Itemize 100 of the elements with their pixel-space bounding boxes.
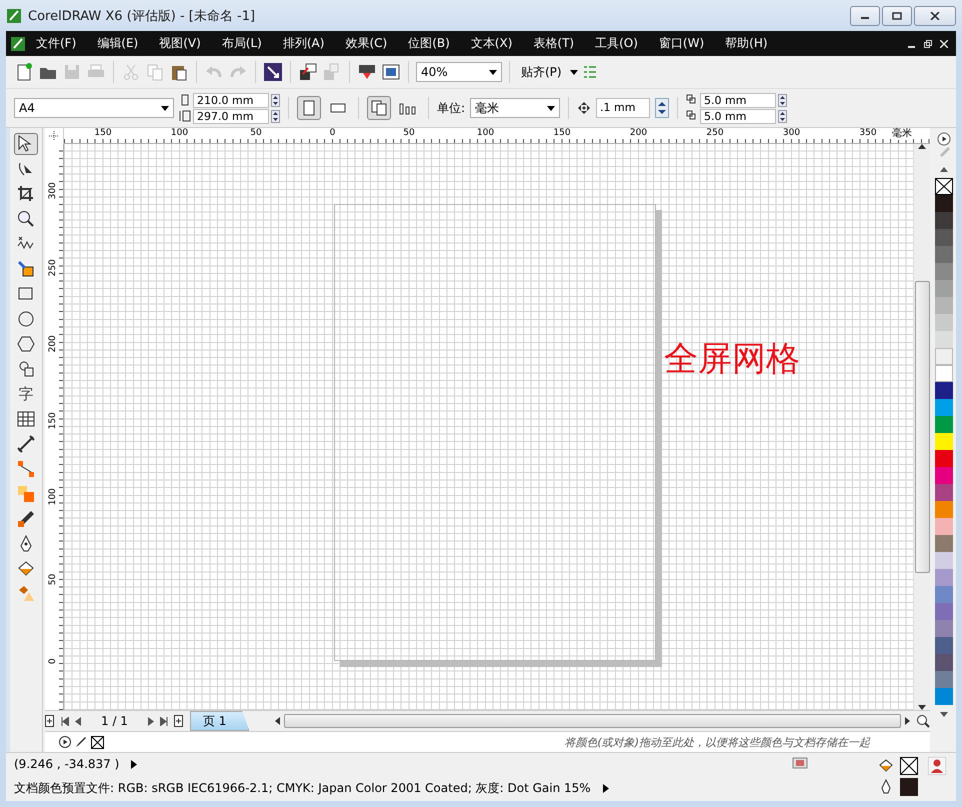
color-swatch[interactable] [935, 620, 953, 637]
color-swatch[interactable] [935, 484, 953, 501]
menu-item[interactable]: 效果(C) [335, 35, 398, 52]
color-swatch[interactable] [935, 348, 953, 365]
add-page-icon[interactable] [45, 715, 55, 727]
restore-button[interactable] [882, 6, 912, 26]
zoom-dropdown[interactable]: 40% [416, 62, 502, 82]
height-field[interactable]: 297.0 mm [193, 108, 269, 124]
color-swatch[interactable] [935, 195, 953, 212]
color-swatch[interactable] [935, 552, 953, 569]
last-page-icon[interactable] [160, 716, 168, 726]
color-swatch[interactable] [935, 671, 953, 688]
expand-arrow-icon[interactable] [602, 784, 609, 793]
nudge-field[interactable]: .1 mm [596, 98, 650, 118]
document-palette-hint: 将颜色(或对象)拖动至此处，以便将这些颜色与文档存储在一起 [564, 734, 870, 750]
menu-item[interactable]: 帮助(H) [715, 35, 778, 52]
close-button[interactable] [914, 6, 956, 26]
play-circle-icon[interactable] [937, 132, 951, 146]
import-icon[interactable] [298, 62, 318, 82]
spin-arrows-icon[interactable] [778, 94, 788, 106]
snap-button[interactable]: 贴齐(P) [517, 64, 566, 80]
scroll-thumb[interactable] [284, 714, 901, 728]
first-page-icon[interactable] [61, 716, 69, 726]
units-dropdown[interactable]: 毫米 [470, 98, 560, 118]
spin-arrows-icon[interactable] [271, 110, 280, 122]
color-swatch[interactable] [935, 399, 953, 416]
text-tool[interactable]: 字 [14, 383, 38, 405]
page-tab[interactable]: 页 1 [190, 711, 250, 731]
color-swatch[interactable] [935, 229, 953, 246]
scroll-left-icon[interactable] [275, 717, 280, 725]
width-field[interactable]: 210.0 mm [193, 92, 269, 108]
color-swatch[interactable] [935, 450, 953, 467]
color-swatch[interactable] [935, 586, 953, 603]
no-color-swatch-icon[interactable] [91, 736, 104, 748]
monitor-icon[interactable] [792, 757, 808, 771]
vertical-scrollbar[interactable] [913, 144, 930, 710]
zoom-icon[interactable] [916, 714, 930, 728]
spin-arrows-icon[interactable] [271, 94, 280, 106]
color-swatch[interactable] [935, 501, 953, 518]
scroll-down-icon[interactable] [940, 712, 948, 716]
color-swatch[interactable] [935, 637, 953, 654]
ruler-origin-icon[interactable] [49, 131, 59, 141]
color-swatch[interactable] [935, 518, 953, 535]
scroll-up-icon[interactable] [940, 166, 948, 172]
no-color-swatch-icon[interactable] [935, 178, 953, 195]
menu-item[interactable]: 文本(X) [460, 35, 522, 52]
ruler-label: 200 [48, 335, 58, 352]
menu-item[interactable]: 排列(A) [272, 35, 334, 52]
menu-item[interactable]: 视图(V) [149, 35, 211, 52]
menu-item[interactable]: 窗口(W) [648, 35, 714, 52]
minimize-button[interactable] [850, 6, 880, 26]
eyedropper-icon[interactable] [75, 736, 87, 748]
all-pages-toggle[interactable] [367, 96, 391, 120]
color-swatch[interactable] [935, 688, 953, 705]
restore-icon [892, 12, 902, 20]
expand-arrow-icon[interactable] [131, 760, 138, 769]
menu-item[interactable]: 位图(B) [398, 35, 460, 52]
duplicate-x-field[interactable]: 5.0 mm [700, 92, 776, 108]
close-icon[interactable] [940, 40, 948, 48]
menu-item[interactable]: 工具(O) [585, 35, 648, 52]
color-swatch[interactable] [935, 535, 953, 552]
spin-arrows-icon[interactable] [778, 110, 788, 122]
menu-item[interactable]: 表格(T) [523, 35, 584, 52]
next-page-icon[interactable] [148, 716, 154, 726]
color-swatch[interactable] [935, 314, 953, 331]
portrait-toggle[interactable] [297, 96, 321, 120]
restore-icon[interactable] [924, 40, 932, 48]
scroll-thumb[interactable] [914, 281, 930, 573]
application-window-icon[interactable] [381, 62, 401, 82]
duplicate-y-field[interactable]: 5.0 mm [700, 108, 776, 124]
ruler-label: 50 [48, 573, 58, 585]
color-swatch[interactable] [935, 569, 953, 586]
color-swatch[interactable] [935, 467, 953, 484]
menu-item[interactable]: 文件(F) [26, 35, 86, 52]
color-swatch[interactable] [935, 212, 953, 229]
play-circle-icon[interactable] [59, 736, 71, 748]
menu-item[interactable]: 编辑(E) [87, 35, 148, 52]
color-swatch[interactable] [935, 416, 953, 433]
close-icon [930, 12, 940, 20]
color-swatch[interactable] [935, 297, 953, 314]
color-swatch[interactable] [935, 433, 953, 450]
color-swatch[interactable] [935, 331, 953, 348]
add-page-icon[interactable] [174, 715, 184, 727]
user-icon[interactable] [928, 757, 946, 775]
color-swatch[interactable] [935, 280, 953, 297]
dropdown-arrow-icon[interactable] [570, 70, 578, 74]
dropdown-arrow-icon [547, 106, 556, 110]
color-swatch[interactable] [935, 382, 953, 399]
vertical-ruler[interactable]: 300 250 200 150 100 50 0 [45, 144, 64, 710]
scroll-right-icon[interactable] [905, 717, 910, 725]
color-swatch[interactable] [935, 263, 953, 280]
color-swatch[interactable] [935, 603, 953, 620]
color-swatch[interactable] [935, 365, 953, 382]
menu-item[interactable]: 布局(L) [212, 35, 272, 52]
color-swatch[interactable] [935, 654, 953, 671]
color-swatch[interactable] [935, 246, 953, 263]
page-size-dropdown[interactable]: A4 [14, 98, 174, 118]
previous-page-icon[interactable] [75, 716, 81, 726]
ruler-label: 50 [250, 128, 262, 138]
spin-arrows-icon[interactable] [655, 98, 670, 118]
